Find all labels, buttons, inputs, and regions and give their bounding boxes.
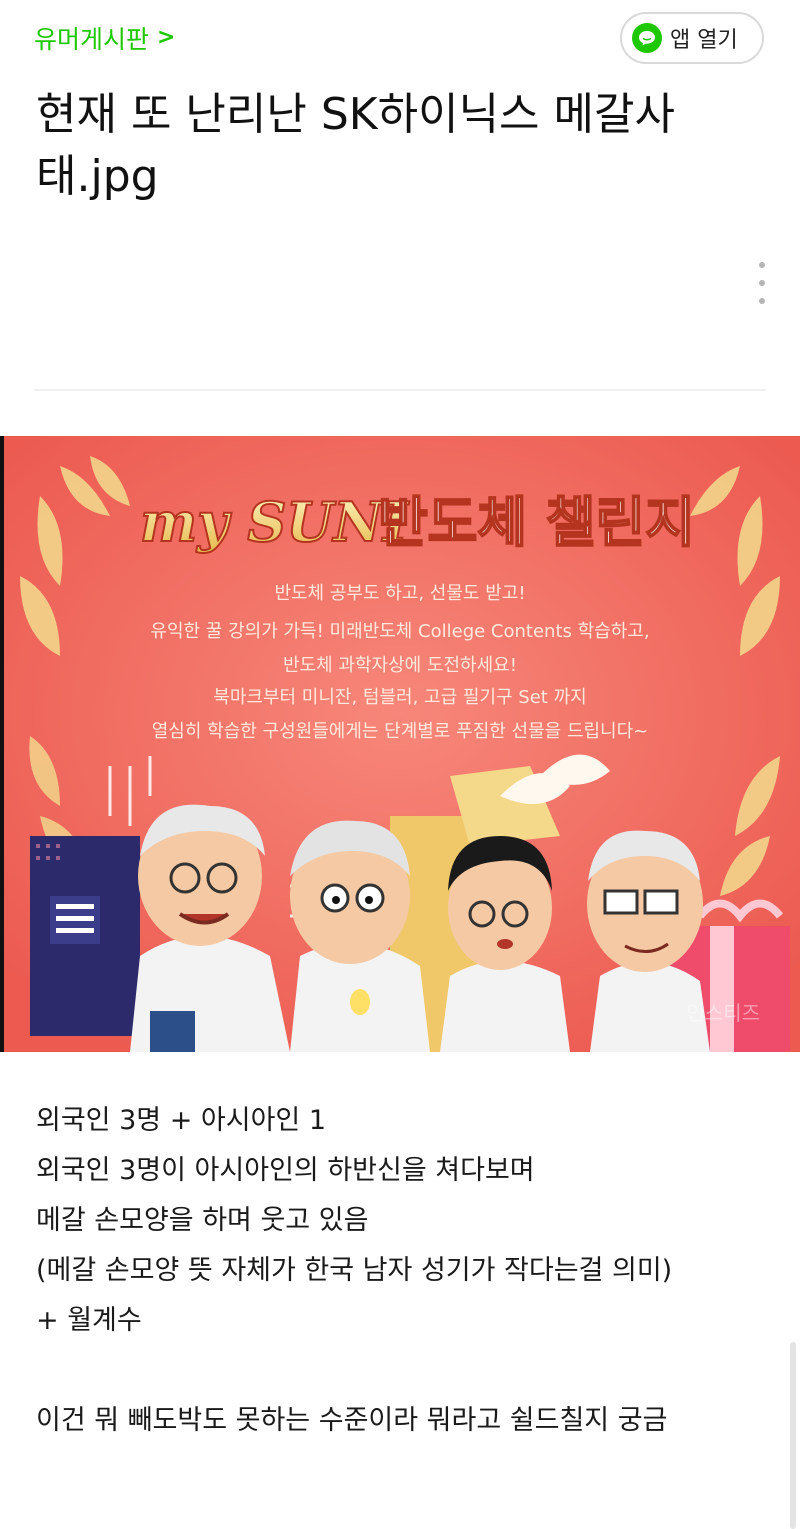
body-line: 외국인 3명이 아시아인의 하반신을 쳐다보며 — [36, 1155, 535, 1186]
open-app-button[interactable]: 앱 열기 — [620, 12, 764, 64]
post-body: 외국인 3명 + 아시아인 1 외국인 3명이 아시아인의 하반신을 쳐다보며 … — [36, 1096, 776, 1446]
post-title: 현재 또 난리난 SK하이닉스 메갈사 태.jpg — [36, 84, 776, 208]
image-line-1: 유익한 꿀 강의가 가득! 미래반도체 College Contents 학습하… — [150, 621, 649, 642]
top-bar: 유머게시판 > 앱 열기 — [0, 0, 800, 76]
chevron-right-icon: > — [157, 25, 176, 50]
app-open-label: 앱 열기 — [670, 28, 738, 53]
more-vertical-icon-dot — [759, 280, 765, 286]
post-title-line1: 현재 또 난리난 SK하이닉스 메갈사 — [36, 89, 675, 140]
board-name: 유머게시판 — [34, 25, 150, 54]
body-line: + 월계수 — [36, 1305, 142, 1336]
more-vertical-icon-dot — [759, 298, 765, 304]
speech-bubble-icon — [632, 23, 662, 53]
board-link[interactable]: 유머게시판 > — [34, 20, 175, 56]
body-line: 메갈 손모양을 하며 웃고 있음 — [36, 1205, 369, 1236]
title-divider — [34, 389, 766, 391]
more-vertical-icon-dot — [759, 262, 765, 268]
scrollbar[interactable] — [790, 1342, 796, 1529]
body-line: 외국인 3명 + 아시아인 1 — [36, 1105, 327, 1136]
image-main-title-korean: 반도체 챌린지 — [378, 491, 695, 554]
image-line-3: 북마크부터 미니잔, 텀블러, 고급 필기구 Set 까지 — [213, 687, 586, 708]
image-subtitle: 반도체 공부도 하고, 선물도 받고! — [274, 583, 525, 604]
image-line-2: 반도체 과학자상에 도전하세요! — [283, 655, 517, 676]
post-title-line2: 태.jpg — [36, 151, 159, 202]
chip-graphic — [30, 836, 140, 1036]
post-image[interactable]: my SUNI 반도체 챌린지 반도체 공부도 하고, 선물도 받고! 유익한 … — [0, 436, 800, 1052]
body-closing-line: 이건 뭐 빼도박도 못하는 수준이라 뭐라고 쉴드칠지 궁금 — [36, 1405, 668, 1436]
image-main-title-latin: my SUNI — [140, 490, 410, 554]
more-options-button[interactable] — [752, 262, 772, 304]
image-watermark: 인스티즈 — [686, 1001, 760, 1025]
image-line-4: 열심히 학습한 구성원들에게는 단계별로 푸짐한 선물을 드립니다~ — [152, 721, 649, 742]
body-line: (메갈 손모양 뜻 자체가 한국 남자 성기가 작다는걸 의미) — [36, 1255, 673, 1286]
